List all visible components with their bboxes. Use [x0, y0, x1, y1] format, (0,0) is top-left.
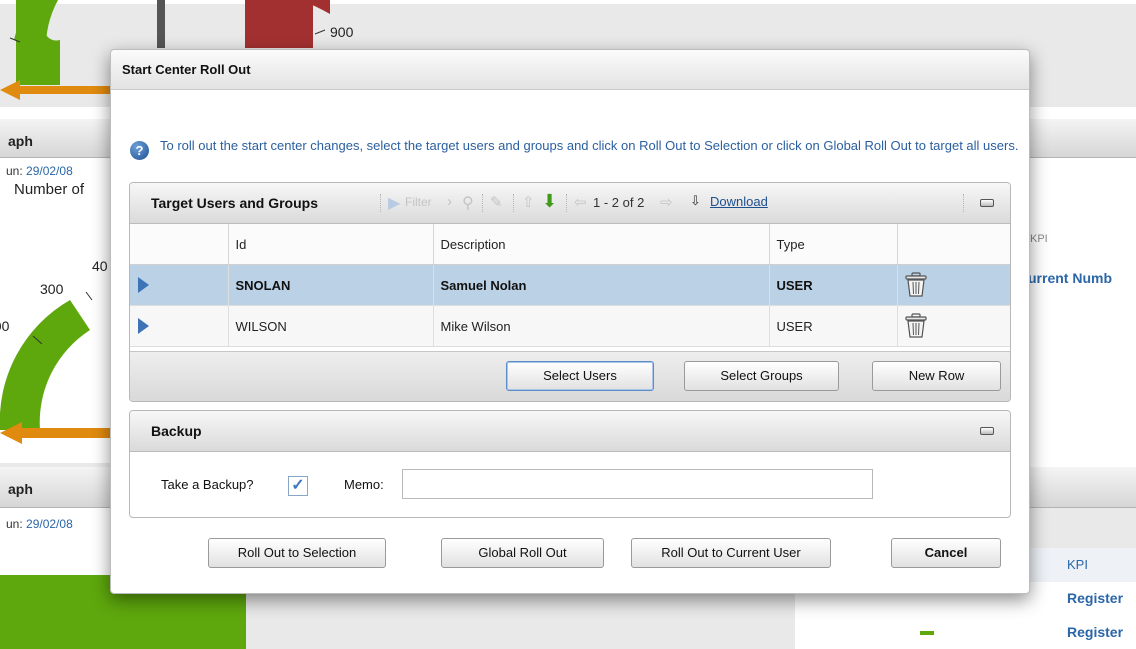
target-users-table: Id Description Type SNOLAN Samuel Nolan …: [130, 224, 1010, 347]
row-type: USER: [769, 264, 898, 306]
trash-icon[interactable]: [904, 272, 927, 298]
run-label-2: un:: [6, 517, 23, 531]
target-users-section: Target Users and Groups ▶ Filter › ⚲ ✎ ⇧…: [129, 182, 1011, 402]
download-link[interactable]: Download: [710, 194, 768, 209]
collapse-backup-icon[interactable]: [980, 427, 994, 435]
collapse-targets-icon[interactable]: [980, 199, 994, 207]
row-expand-cell[interactable]: [130, 305, 229, 347]
toolbar-separator: [566, 194, 567, 212]
kpi-col-header: KPI: [1067, 557, 1088, 572]
table-header-row: Id Description Type: [130, 224, 1010, 265]
register-link-2[interactable]: Register: [1067, 624, 1123, 640]
help-row: ? To roll out the start center changes, …: [130, 138, 1040, 160]
search-icon[interactable]: ⚲: [462, 193, 474, 213]
select-users-button[interactable]: Select Users: [506, 361, 654, 391]
toolbar-separator: [513, 194, 514, 212]
right-portlet-header: [1028, 119, 1136, 158]
middle-gauge: [0, 291, 110, 444]
row-delete-cell: [897, 264, 1010, 306]
backup-body: Take a Backup? ✓ Memo:: [130, 452, 1010, 516]
next-page-icon[interactable]: ⇨: [660, 193, 673, 211]
global-roll-out-button[interactable]: Global Roll Out: [441, 538, 604, 568]
row-expand-cell[interactable]: [130, 264, 229, 306]
table-header-actions: [897, 224, 1010, 265]
help-text: To roll out the start center changes, se…: [160, 138, 1019, 153]
toolbar-separator: [380, 194, 381, 212]
download-icon[interactable]: ⇩: [690, 193, 701, 209]
run-date-link-2[interactable]: 29/02/08: [26, 517, 73, 531]
prev-page-icon[interactable]: ⇦: [574, 193, 587, 211]
portlet-title-2: aph: [8, 481, 33, 497]
take-backup-label: Take a Backup?: [161, 477, 254, 492]
memo-label: Memo:: [344, 477, 384, 492]
arrow-down-icon[interactable]: ⬇: [542, 191, 557, 212]
cancel-button[interactable]: Cancel: [891, 538, 1001, 568]
right-portlet-header-2: [1028, 467, 1136, 508]
clear-filter-icon[interactable]: ✎: [490, 193, 503, 211]
arrow-up-icon[interactable]: ⇧: [522, 193, 535, 211]
chevron-right-icon[interactable]: ›: [447, 193, 452, 210]
take-backup-checkbox[interactable]: ✓: [288, 476, 308, 496]
row-id: WILSON: [228, 305, 434, 347]
memo-input[interactable]: [402, 469, 873, 499]
backup-title: Backup: [151, 423, 202, 439]
toolbar-separator: [482, 194, 483, 212]
kpi-row-2: Register: [795, 616, 1136, 649]
run-label: un:: [6, 164, 23, 178]
dialog-title: Start Center Roll Out: [111, 50, 1029, 90]
row-expand-icon[interactable]: [138, 277, 149, 294]
row-delete-cell: [897, 305, 1010, 347]
portlet-run-1: un: 29/02/08: [6, 164, 73, 178]
start-center-rollout-dialog: Start Center Roll Out ? To roll out the …: [110, 49, 1030, 594]
table-header-expand: [130, 224, 229, 265]
new-row-button[interactable]: New Row: [872, 361, 1001, 391]
portlet-run-2: un: 29/02/08: [6, 517, 73, 531]
filter-arrow-icon[interactable]: ▶: [388, 193, 400, 213]
gauge-label-300: 300: [40, 281, 64, 297]
gauge-label-900: 900: [330, 24, 354, 40]
register-link-1[interactable]: Register: [1067, 590, 1123, 606]
gauge-label-40: 40: [92, 258, 108, 274]
table-header-type[interactable]: Type: [769, 224, 898, 265]
row-type: USER: [769, 305, 898, 347]
row-id: SNOLAN: [228, 264, 434, 306]
pagination-text: 1 - 2 of 2: [593, 195, 645, 210]
row-description: Samuel Nolan: [433, 264, 770, 306]
backup-section: Backup Take a Backup? ✓ Memo:: [129, 410, 1011, 518]
right-kpi-header: KPI: [1030, 233, 1048, 245]
trash-icon[interactable]: [904, 313, 927, 339]
table-row[interactable]: SNOLAN Samuel Nolan USER: [130, 264, 1010, 306]
run-date-link[interactable]: 29/02/08: [26, 164, 73, 178]
portlet-subtitle-1: Number of: [14, 181, 85, 198]
row-description: Mike Wilson: [433, 305, 770, 347]
target-users-title: Target Users and Groups: [151, 195, 319, 211]
row-expand-icon[interactable]: [138, 318, 149, 335]
roll-out-current-user-button[interactable]: Roll Out to Current User: [631, 538, 831, 568]
target-users-toolbar: Target Users and Groups ▶ Filter › ⚲ ✎ ⇧…: [130, 183, 1010, 224]
gauge-label-200: 200: [0, 318, 10, 334]
table-header-description[interactable]: Description: [433, 224, 770, 265]
backup-header: Backup: [130, 411, 1010, 452]
kpi-status-dash: [920, 631, 934, 635]
toolbar-separator: [963, 194, 964, 212]
portlet-title-1: aph: [8, 133, 33, 149]
select-groups-button[interactable]: Select Groups: [684, 361, 839, 391]
table-row[interactable]: WILSON Mike Wilson USER: [130, 305, 1010, 347]
bg-panel-left-1: [0, 107, 110, 119]
filter-label[interactable]: Filter: [405, 195, 432, 209]
help-icon[interactable]: ?: [130, 141, 149, 160]
table-header-id[interactable]: Id: [228, 224, 434, 265]
target-users-footer: Select Users Select Groups New Row: [130, 351, 1010, 401]
roll-out-selection-button[interactable]: Roll Out to Selection: [208, 538, 386, 568]
right-current-number: urrent Numb: [1028, 270, 1112, 286]
bg-panel-right: [1028, 107, 1136, 467]
